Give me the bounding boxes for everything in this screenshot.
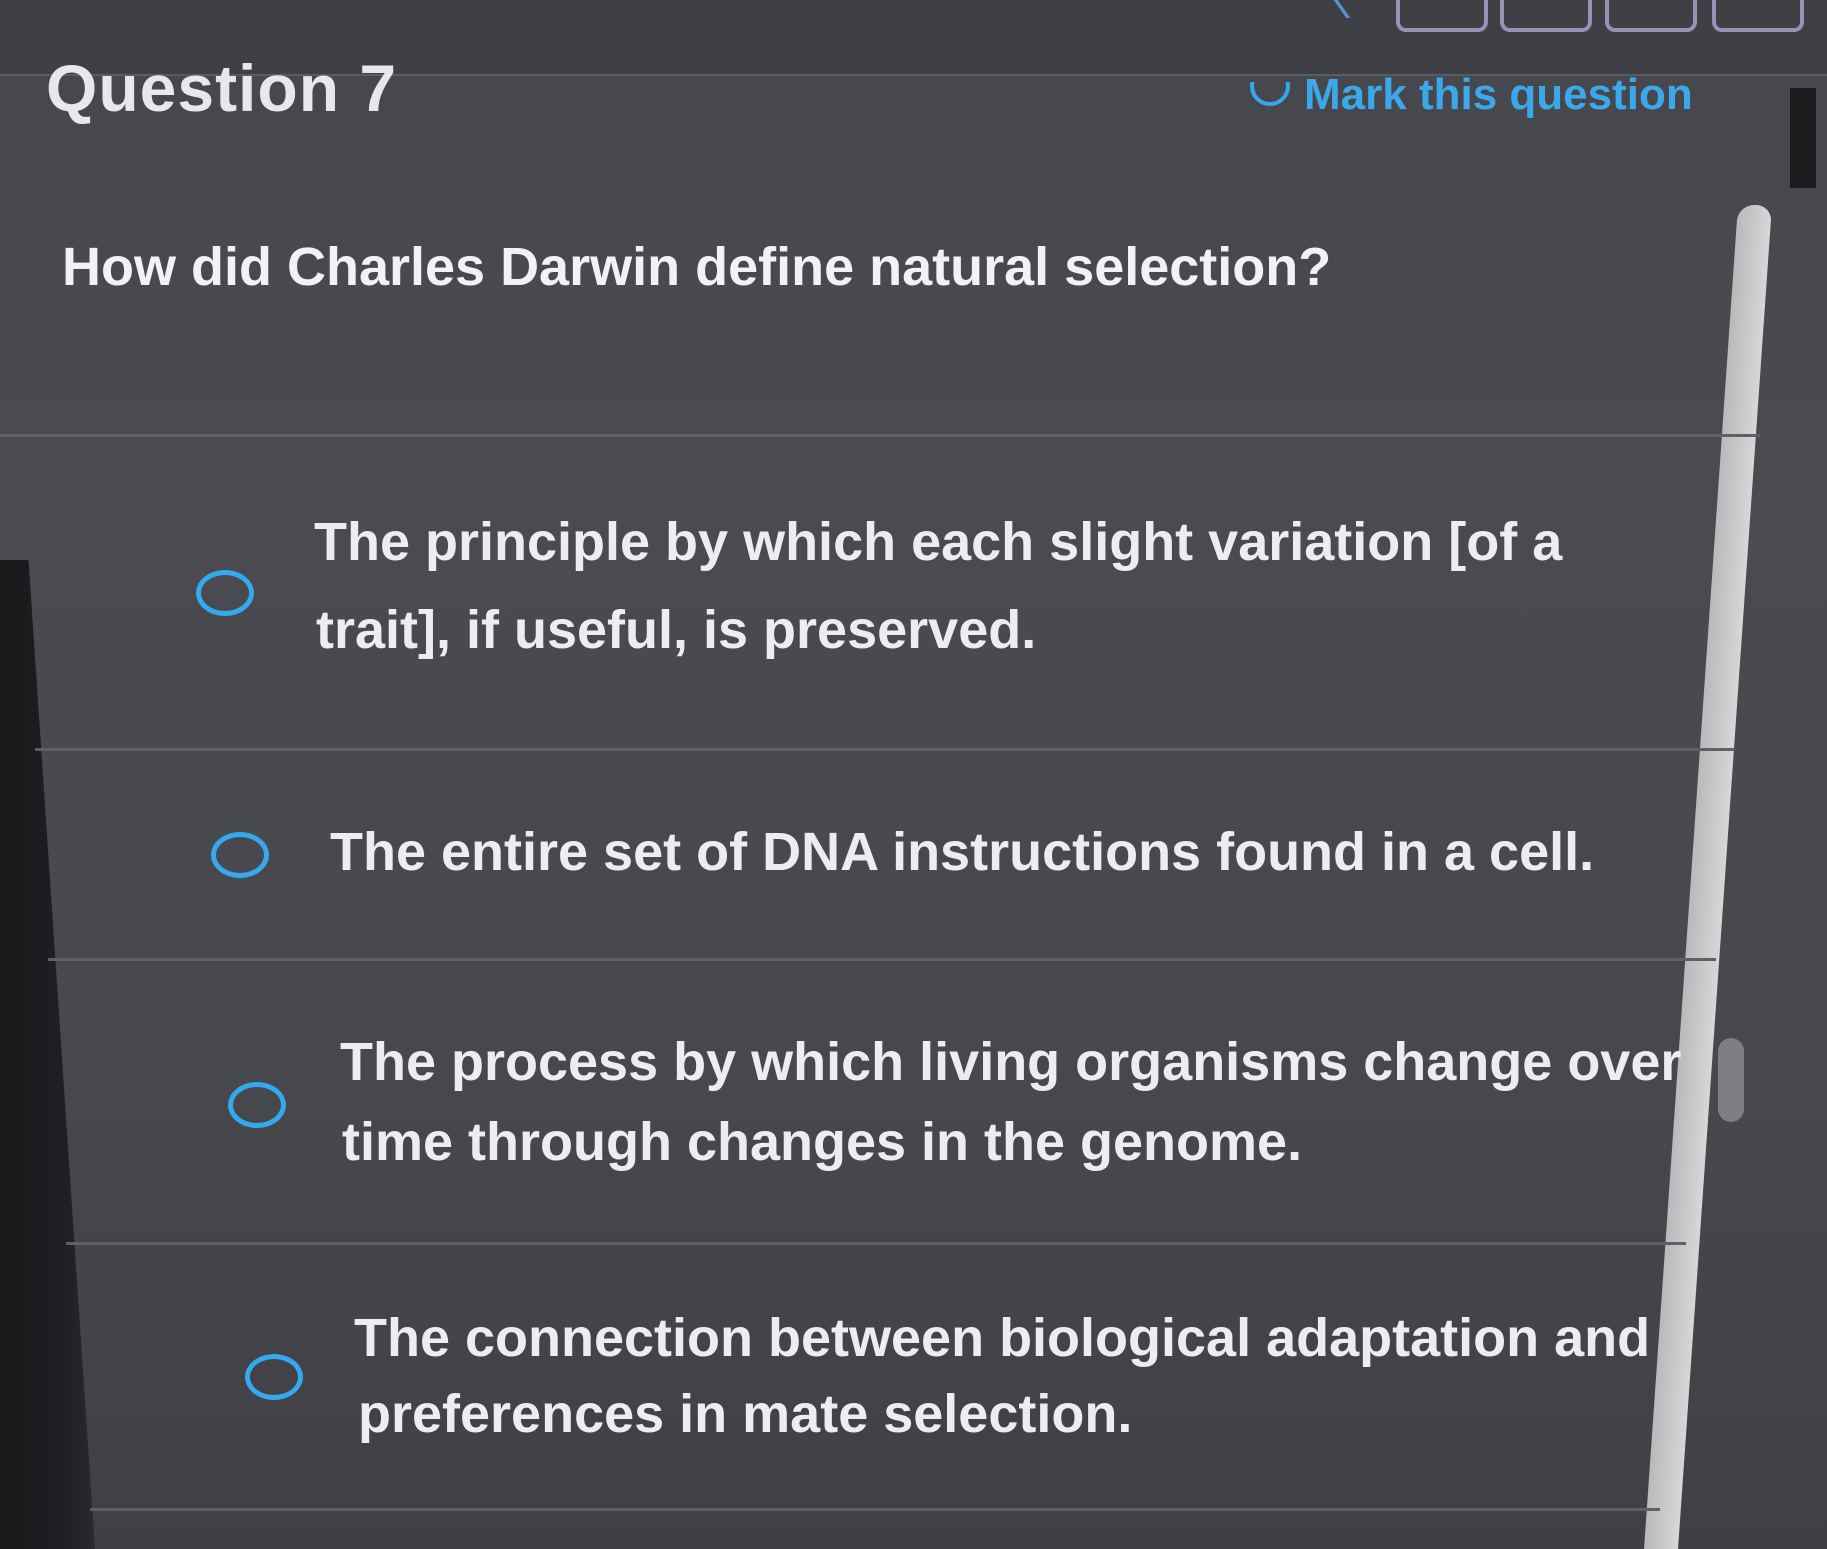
- mark-question-button[interactable]: Mark this question: [1250, 70, 1693, 120]
- option-text-line: preferences in mate selection.: [358, 1384, 1133, 1444]
- question-nav-box[interactable]: [1605, 0, 1697, 32]
- answer-option-1[interactable]: The principle by which each slight varia…: [180, 500, 1700, 730]
- divider: [35, 748, 1735, 751]
- question-nav-box[interactable]: [1500, 0, 1592, 32]
- mark-circle-icon[interactable]: [1250, 82, 1290, 106]
- option-text-line: time through changes in the genome.: [342, 1112, 1303, 1172]
- radio-button[interactable]: [228, 1082, 286, 1128]
- question-nav-box[interactable]: [1396, 0, 1488, 32]
- quiz-screen: Question 7 Mark this question How did Ch…: [0, 0, 1827, 1549]
- answer-option-4[interactable]: The connection between biological adapta…: [240, 1296, 1680, 1496]
- mark-question-label[interactable]: Mark this question: [1304, 70, 1693, 120]
- divider: [0, 434, 1760, 437]
- question-number-heading: Question 7: [46, 51, 398, 125]
- divider: [90, 1508, 1660, 1511]
- monitor-bezel: [0, 560, 95, 1549]
- question-nav-box[interactable]: [1712, 0, 1804, 32]
- answer-option-2[interactable]: The entire set of DNA instructions found…: [200, 810, 1700, 940]
- option-text-line: The process by which living organisms ch…: [340, 1032, 1682, 1092]
- radio-button[interactable]: [245, 1354, 303, 1400]
- nav-arrow-icon[interactable]: [1305, 0, 1351, 18]
- divider: [48, 958, 1716, 961]
- option-text-line: trait], if useful, is preserved.: [316, 600, 1037, 660]
- answer-option-3[interactable]: The process by which living organisms ch…: [220, 1020, 1700, 1240]
- option-text-line: The connection between biological adapta…: [354, 1308, 1651, 1368]
- question-prompt: How did Charles Darwin define natural se…: [62, 237, 1332, 297]
- scrollbar-thumb[interactable]: [1718, 1038, 1744, 1122]
- option-text-line: The entire set of DNA instructions found…: [330, 822, 1595, 882]
- radio-button[interactable]: [211, 832, 269, 878]
- divider: [66, 1242, 1686, 1245]
- radio-button[interactable]: [196, 570, 254, 616]
- scrollbar-track[interactable]: [1790, 88, 1816, 188]
- option-text-line: The principle by which each slight varia…: [314, 512, 1563, 572]
